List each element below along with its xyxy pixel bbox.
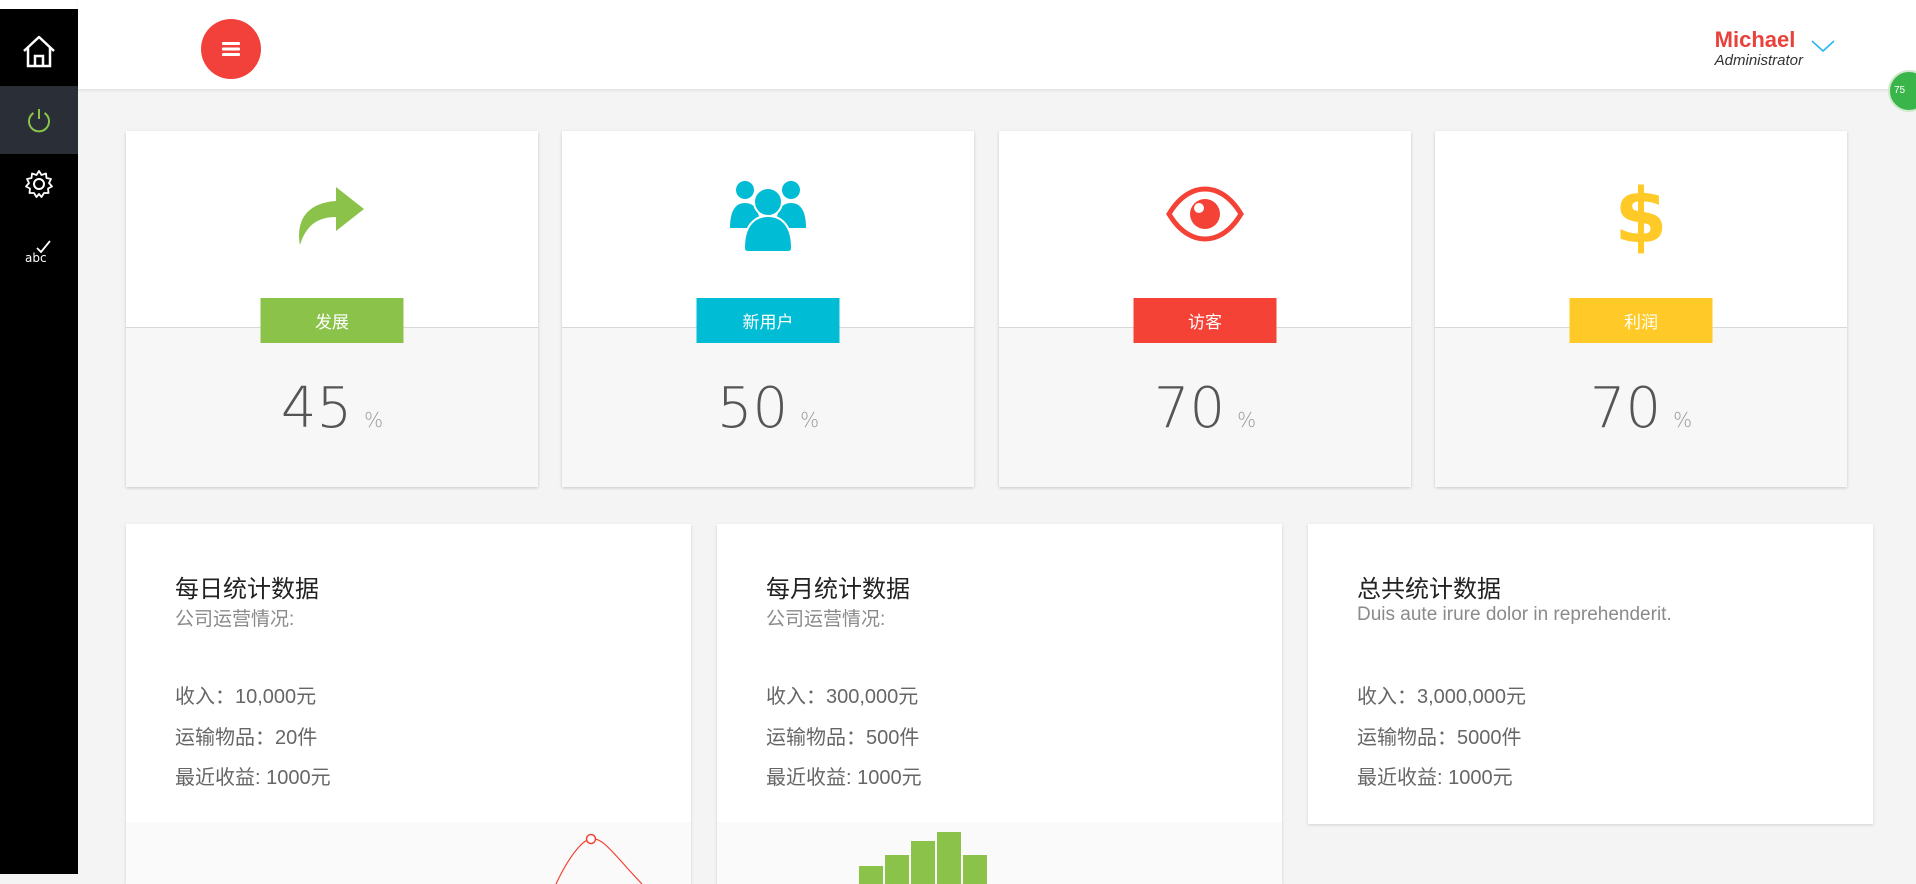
chart-line xyxy=(555,838,643,884)
stat-label: 发展 xyxy=(260,298,404,343)
panel-monthly-stats: 每月统计数据 公司运营情况: 收入：300,000元 运输物品：500件 最近收… xyxy=(717,524,1282,884)
stat-card-profit: $ 利润 70% xyxy=(1435,131,1847,487)
sidebar-item-power[interactable] xyxy=(0,86,78,154)
panel-title: 每日统计数据 xyxy=(175,576,319,603)
menu-toggle-button[interactable] xyxy=(201,19,261,79)
hamburger-icon xyxy=(222,42,240,56)
sidebar-top-strip xyxy=(0,0,78,9)
panel-subtitle: 公司运营情况: xyxy=(175,609,295,630)
sidebar-item-home[interactable] xyxy=(0,17,78,85)
user-menu[interactable]: Michael Administrator xyxy=(1715,28,1803,70)
home-icon xyxy=(23,35,55,68)
user-name: Michael xyxy=(1714,27,1796,52)
panel-line-earnings: 最近收益: 1000元 xyxy=(175,767,331,789)
panel-title: 总共统计数据 xyxy=(1357,576,1501,603)
chart-bar xyxy=(885,855,909,884)
chart-bar xyxy=(911,841,935,884)
panel-line-earnings: 最近收益: 1000元 xyxy=(1357,767,1513,789)
chart-point xyxy=(585,833,597,845)
sidebar-item-settings[interactable] xyxy=(0,150,78,218)
mini-bar-chart xyxy=(717,822,1282,884)
stat-label: 利润 xyxy=(1569,298,1713,343)
stat-value: 45% xyxy=(280,376,384,441)
panel-subtitle: 公司运营情况: xyxy=(766,609,886,630)
stat-label: 访客 xyxy=(1133,298,1277,343)
panel-daily-stats: 每日统计数据 公司运营情况: 收入：10,000元 运输物品：20件 最近收益:… xyxy=(126,524,691,884)
stat-card-visitors: 访客 70% xyxy=(999,131,1411,487)
panel-line-income: 收入：10,000元 xyxy=(175,686,317,708)
stat-card-new-users: 新用户 50% xyxy=(562,131,974,487)
chart-bar xyxy=(937,832,961,884)
panel-line-income: 收入：300,000元 xyxy=(766,686,919,708)
panel-line-earnings: 最近收益: 1000元 xyxy=(766,767,922,789)
chart-bar xyxy=(963,855,987,884)
panel-line-shipments: 运输物品：500件 xyxy=(766,727,920,749)
top-bar: Michael Administrator 75 xyxy=(78,0,1916,112)
chart-bar xyxy=(859,866,883,884)
svg-text:abc: abc xyxy=(25,251,47,265)
gear-icon xyxy=(25,170,53,198)
chevron-down-icon[interactable] xyxy=(1810,38,1836,54)
panel-title: 每月统计数据 xyxy=(766,576,910,603)
dollar-icon: $ xyxy=(1615,174,1668,254)
user-role: Administrator xyxy=(1714,52,1803,69)
stat-value: 70% xyxy=(1589,376,1693,441)
sidebar-item-spellcheck[interactable]: abc xyxy=(0,218,78,286)
panel-line-shipments: 运输物品：5000件 xyxy=(1357,727,1522,749)
stat-value: 50% xyxy=(716,376,820,441)
users-icon xyxy=(730,181,806,252)
spellcheck-icon: abc xyxy=(25,240,51,265)
panel-subtitle: Duis aute irure dolor in reprehenderit. xyxy=(1357,604,1672,625)
panel-line-income: 收入：3,000,000元 xyxy=(1357,686,1526,708)
share-icon xyxy=(299,187,364,245)
stat-label: 新用户 xyxy=(696,298,840,343)
stat-value: 70% xyxy=(1153,376,1257,441)
power-icon xyxy=(28,109,50,133)
panel-line-shipments: 运输物品：20件 xyxy=(175,727,318,749)
eye-icon xyxy=(1166,186,1244,242)
sidebar: abc xyxy=(0,0,78,874)
svg-text:$: $ xyxy=(1615,174,1668,254)
stat-card-growth: 发展 45% xyxy=(126,131,538,487)
floating-badge[interactable]: 75 xyxy=(1888,70,1916,112)
mini-line-chart xyxy=(126,822,691,884)
panel-total-stats: 总共统计数据 Duis aute irure dolor in reprehen… xyxy=(1308,524,1873,824)
